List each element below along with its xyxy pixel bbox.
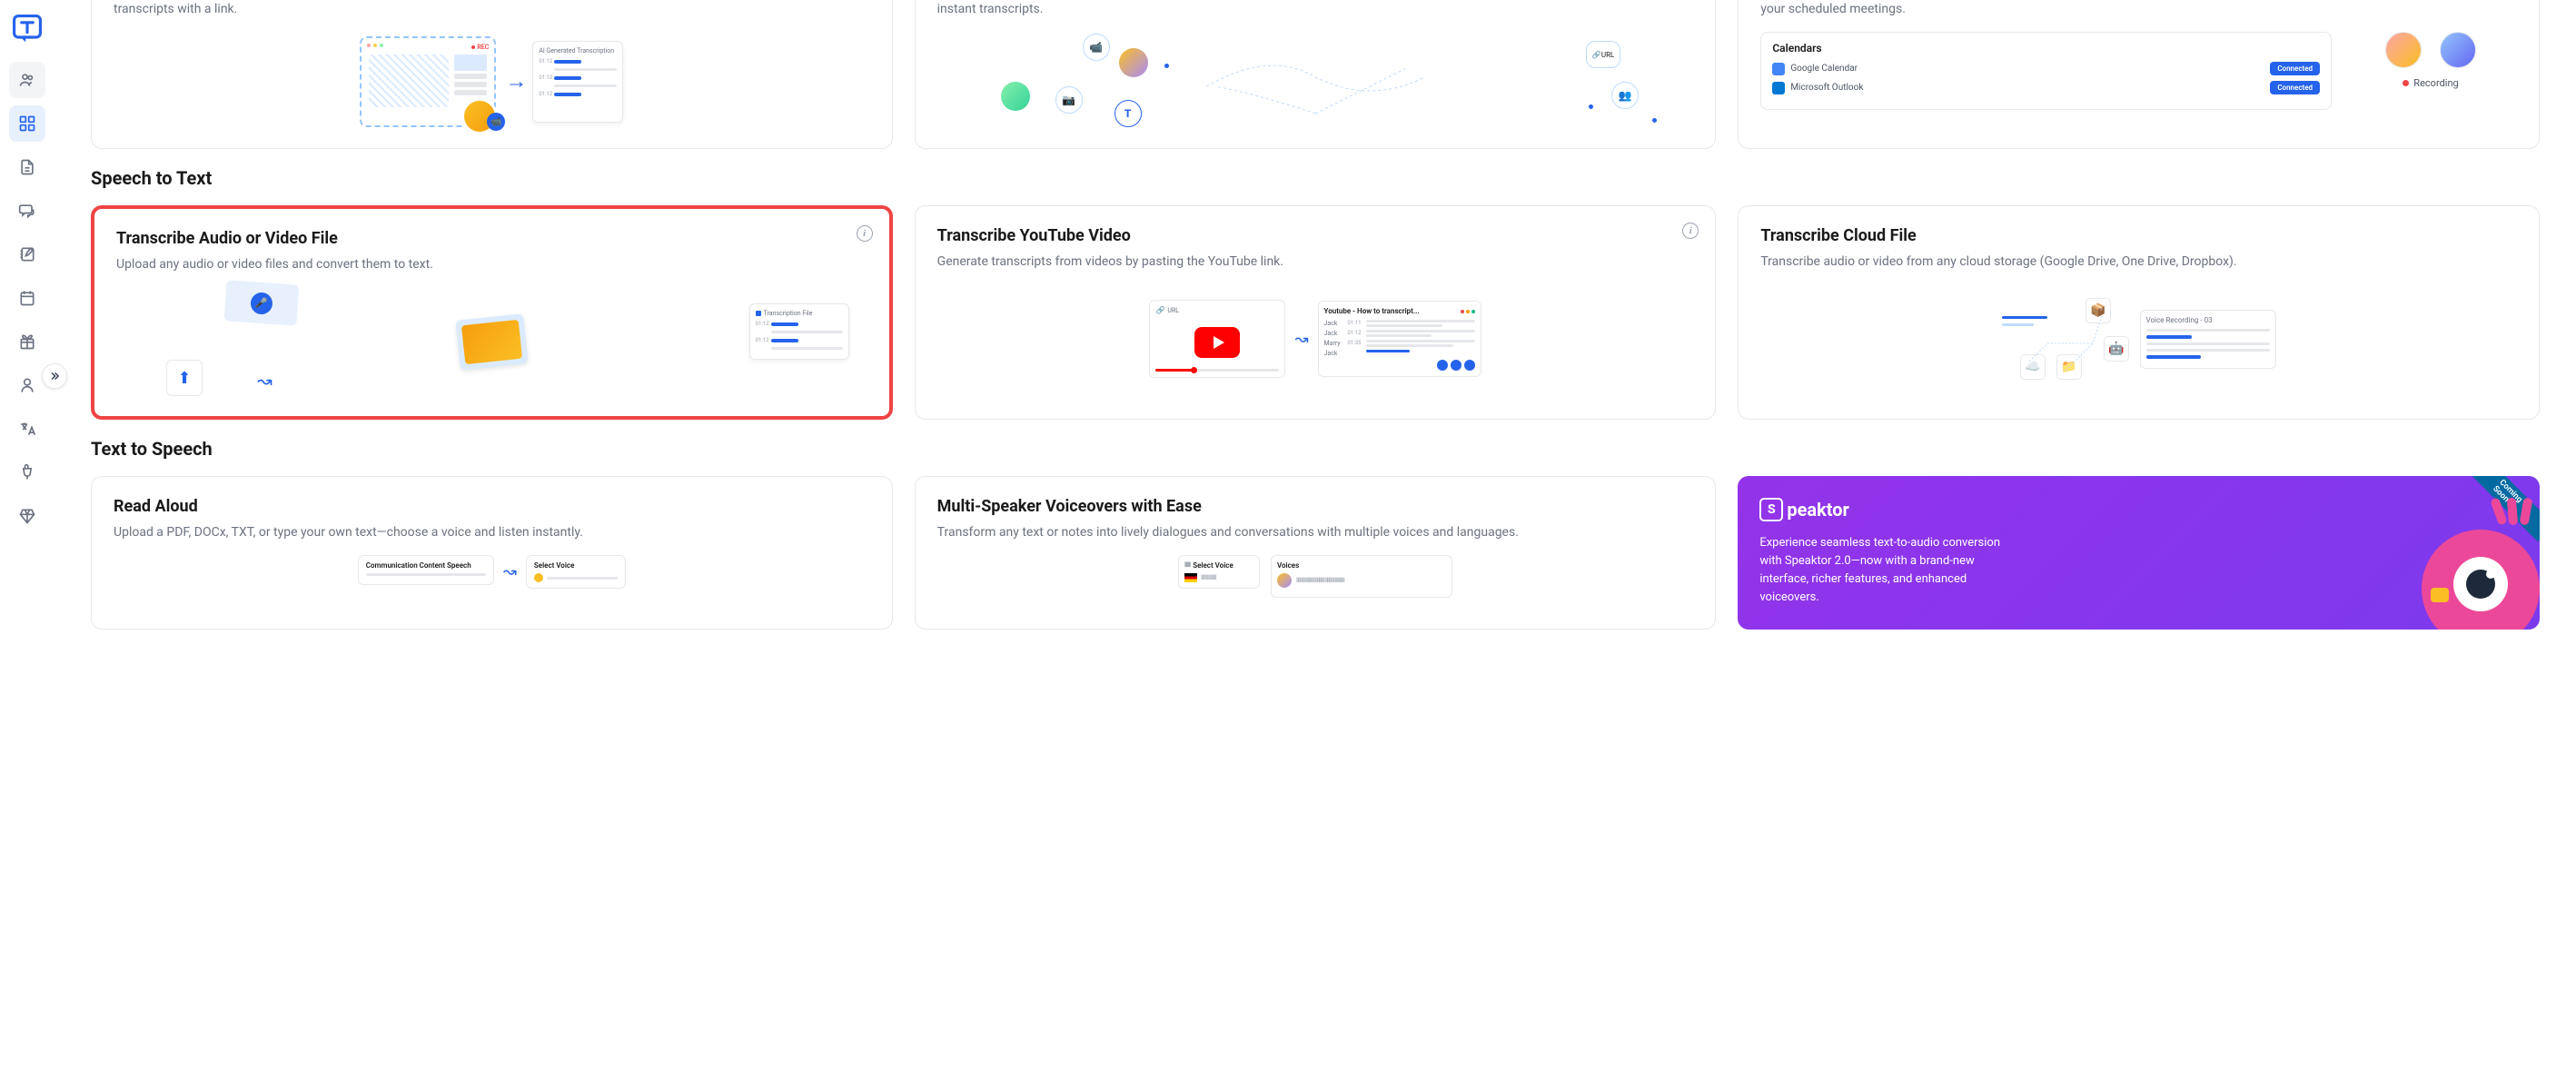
top-card-calendar[interactable]: your scheduled meetings. Calendars Googl… bbox=[1738, 0, 2540, 149]
nav-profile-icon[interactable] bbox=[9, 367, 45, 403]
record-illustration: REC 📹 → AI Generated Transcription 01:12… bbox=[114, 32, 870, 132]
card-speaktor-promo[interactable]: Coming Soon Speaktor Experience seamless… bbox=[1738, 476, 2540, 630]
camera-icon: 📹 bbox=[487, 113, 505, 131]
nav-team-icon[interactable] bbox=[9, 62, 45, 98]
card-transcribe-cloud[interactable]: Transcribe Cloud File Transcribe audio o… bbox=[1738, 205, 2540, 420]
calendar-illustration: Calendars Google Calendar Connected Micr… bbox=[1760, 32, 2517, 123]
section-title-tts: Text to Speech bbox=[91, 438, 2540, 460]
card-desc: transcripts with a link. bbox=[114, 0, 870, 19]
cloud-illustration: 📦 ☁️ 📁 🤖 Voice Recording - 03 bbox=[1760, 284, 2517, 393]
nav-calendar-icon[interactable] bbox=[9, 280, 45, 316]
card-read-aloud[interactable]: Read Aloud Upload a PDF, DOCx, TXT, or t… bbox=[91, 476, 893, 630]
nav-dashboard-icon[interactable] bbox=[9, 105, 45, 142]
card-title: Multi-Speaker Voiceovers with Ease bbox=[937, 497, 1694, 516]
nav-premium-icon[interactable] bbox=[9, 498, 45, 534]
nav-chat-icon[interactable] bbox=[9, 193, 45, 229]
app-logo[interactable] bbox=[9, 11, 45, 47]
card-desc: Generate transcripts from videos by past… bbox=[937, 253, 1694, 272]
card-desc: Transform any text or notes into lively … bbox=[937, 523, 1694, 542]
sidebar bbox=[0, 0, 54, 1081]
card-title: Transcribe Cloud File bbox=[1760, 226, 2517, 245]
card-desc: Upload a PDF, DOCx, TXT, or type your ow… bbox=[114, 523, 870, 542]
youtube-illustration: URL ↝ Youtube - How to transcript... Jac… bbox=[937, 284, 1694, 393]
main-content: transcripts with a link. REC 📹 → AI Gene… bbox=[54, 0, 2576, 1081]
google-calendar-icon bbox=[1772, 63, 1785, 75]
card-multi-speaker[interactable]: Multi-Speaker Voiceovers with Ease Trans… bbox=[915, 476, 1717, 630]
google-meet-icon: 📹 bbox=[1083, 34, 1110, 61]
card-title: Transcribe Audio or Video File bbox=[116, 229, 867, 248]
germany-flag-icon bbox=[1184, 573, 1197, 582]
outlook-icon bbox=[1772, 82, 1785, 94]
top-card-instant[interactable]: instant transcripts. 📹 🔗 URL 📷 T 👥 bbox=[915, 0, 1717, 149]
card-desc: your scheduled meetings. bbox=[1760, 0, 2517, 19]
nav-gift-icon[interactable] bbox=[9, 323, 45, 360]
card-desc: Transcribe audio or video from any cloud… bbox=[1760, 253, 2517, 272]
speaktor-mascot bbox=[2403, 502, 2540, 630]
card-title: Read Aloud bbox=[114, 497, 870, 516]
section-title-stt: Speech to Text bbox=[91, 167, 2540, 189]
zoom-icon: 📷 bbox=[1055, 86, 1083, 114]
card-transcribe-file[interactable]: i Transcribe Audio or Video File Upload … bbox=[91, 205, 893, 420]
mic-icon: 🎤 bbox=[250, 292, 273, 315]
info-icon[interactable]: i bbox=[857, 225, 873, 242]
card-transcribe-youtube[interactable]: i Transcribe YouTube Video Generate tran… bbox=[915, 205, 1717, 420]
transkriptor-icon: T bbox=[1115, 100, 1142, 127]
upload-illustration: 🎤 ⬆ ↝ Transcription File 01:12 01:12 bbox=[116, 287, 867, 396]
read-aloud-illustration: Communication Content Speech ↝ Select Vo… bbox=[114, 555, 870, 591]
youtube-play-icon bbox=[1194, 327, 1240, 358]
info-icon[interactable]: i bbox=[1682, 223, 1699, 239]
nav-integration-icon[interactable] bbox=[9, 454, 45, 491]
nav-document-icon[interactable] bbox=[9, 149, 45, 185]
network-illustration: 📹 🔗 URL 📷 T 👥 bbox=[937, 32, 1694, 132]
sidebar-expand-button[interactable] bbox=[42, 363, 67, 389]
upload-icon: ⬆ bbox=[166, 360, 203, 396]
card-title: Transcribe YouTube Video bbox=[937, 226, 1694, 245]
top-card-record[interactable]: transcripts with a link. REC 📹 → AI Gene… bbox=[91, 0, 893, 149]
nav-notebook-icon[interactable] bbox=[9, 236, 45, 273]
card-desc: Upload any audio or video files and conv… bbox=[116, 255, 867, 274]
multi-speaker-illustration: ⦀⦀⦀ Select Voice ⦀⦀⦀⦀⦀⦀⦀⦀ Voices ⦀⦀⦀⦀⦀⦀⦀… bbox=[937, 555, 1694, 591]
nav-translate-icon[interactable] bbox=[9, 411, 45, 447]
card-desc: instant transcripts. bbox=[937, 0, 1694, 19]
promo-desc: Experience seamless text-to-audio conver… bbox=[1759, 534, 2014, 608]
